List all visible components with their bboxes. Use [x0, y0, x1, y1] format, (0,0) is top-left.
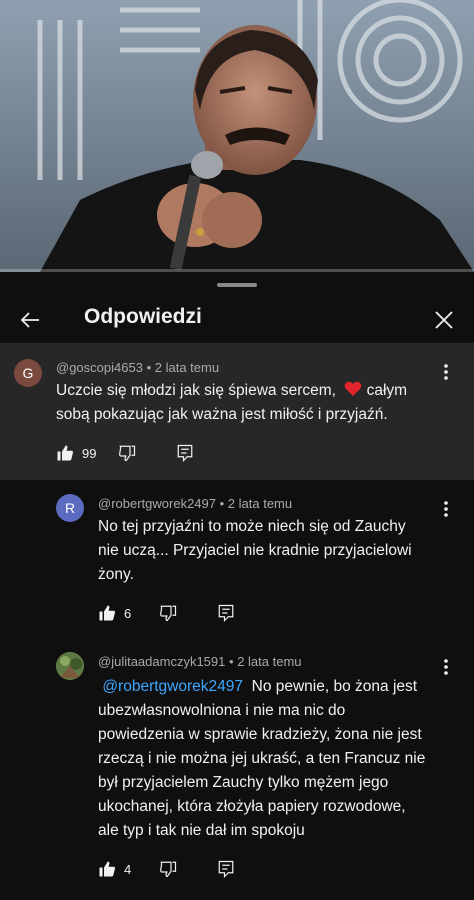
meta-separator: •: [219, 496, 225, 511]
comment-actions: 6: [98, 604, 235, 622]
dislike-button[interactable]: [159, 604, 177, 622]
close-button[interactable]: [428, 304, 460, 336]
meta-separator: •: [146, 360, 152, 375]
reply-icon: [178, 444, 193, 462]
avatar-image: [56, 652, 84, 680]
close-icon: [435, 311, 453, 329]
panel-header: Odpowiedzi: [0, 296, 474, 346]
avatar[interactable]: R: [56, 494, 84, 522]
like-count: 6: [124, 605, 132, 621]
parent-comment: G @goscopi4653 • 2 lata temu Uczcie się …: [0, 344, 474, 480]
comment-time: 2 lata temu: [237, 654, 302, 669]
comment-meta: @julitaadamczyk1591 • 2 lata temu: [98, 654, 302, 669]
like-icon: [99, 605, 115, 621]
comment-actions: 4: [98, 860, 235, 878]
comment-meta: @robertgworek2497 • 2 lata temu: [98, 496, 292, 511]
video-frame: [0, 0, 474, 272]
dislike-button[interactable]: [118, 444, 136, 462]
reply-button[interactable]: [217, 860, 235, 878]
back-button[interactable]: [14, 304, 46, 336]
video-player[interactable]: [0, 0, 474, 272]
back-arrow-icon: [20, 312, 39, 328]
comment-time: 2 lata temu: [227, 496, 293, 511]
like-button[interactable]: 4: [98, 860, 131, 878]
comment-text: @robertgworek2497 No pewnie, bo żona jes…: [98, 678, 426, 839]
reply-item: @julitaadamczyk1591 • 2 lata temu @rober…: [0, 638, 474, 900]
avatar[interactable]: G: [14, 359, 42, 387]
dislike-icon: [160, 605, 177, 622]
reply-button[interactable]: [217, 604, 235, 622]
dislike-button[interactable]: [159, 860, 177, 878]
dislike-icon: [119, 445, 136, 462]
more-vert-icon: [444, 659, 448, 675]
comment-time: 2 lata temu: [154, 360, 220, 375]
reply-item: R @robertgworek2497 • 2 lata temu No tej…: [0, 480, 474, 638]
drag-handle[interactable]: [217, 283, 257, 287]
meta-separator: •: [229, 654, 234, 669]
like-icon: [57, 445, 73, 461]
reply-icon: [218, 604, 234, 622]
heart-emoji-icon: [344, 381, 362, 396]
comment-actions: 99: [56, 444, 194, 462]
page-title: Odpowiedzi: [84, 305, 202, 328]
comment-text: No tej przyjaźni to może niech się od Za…: [98, 518, 412, 583]
like-button[interactable]: 6: [98, 604, 131, 622]
replies-panel: Odpowiedzi G @goscopi4653 • 2 lata temu …: [0, 272, 474, 900]
author-handle[interactable]: @goscopi4653: [56, 360, 143, 375]
reply-icon: [218, 860, 234, 878]
like-count: 4: [124, 861, 132, 877]
author-handle[interactable]: @robertgworek2497: [98, 496, 216, 511]
mention-link[interactable]: @robertgworek2497: [102, 678, 243, 695]
comment-text: Uczcie się młodzi jak się śpiewa sercem,…: [56, 381, 408, 423]
author-handle[interactable]: @julitaadamczyk1591: [98, 654, 225, 669]
dislike-icon: [160, 861, 177, 878]
like-button[interactable]: 99: [56, 444, 96, 462]
reply-button[interactable]: [176, 444, 194, 462]
comment-meta: @goscopi4653 • 2 lata temu: [56, 360, 219, 375]
like-count: 99: [82, 445, 97, 461]
avatar[interactable]: [56, 652, 84, 680]
like-icon: [99, 861, 115, 877]
more-vert-icon: [444, 364, 448, 380]
